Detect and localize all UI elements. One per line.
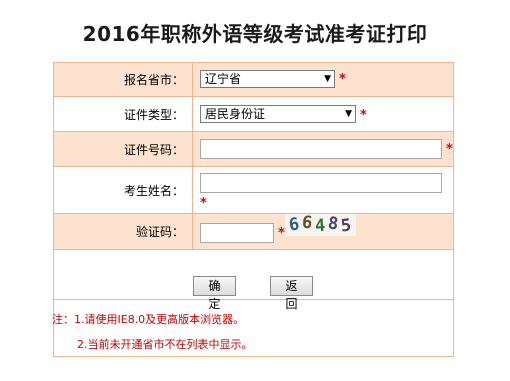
note-line-1: 注：1.请使用IE8.0及更高版本浏览器。	[52, 313, 245, 326]
back-button[interactable]: 返 回	[270, 276, 313, 311]
dropdown-arrow-icon: ▼	[324, 74, 331, 84]
province-required-mark: *	[339, 72, 346, 87]
id-number-required-mark: *	[446, 142, 453, 157]
province-select-value: 辽宁省	[205, 72, 242, 86]
note-line-2: 2.当前未开通省市不在列表中显示。	[77, 338, 253, 351]
captcha-image[interactable]: 6 6 4 8 5	[285, 214, 356, 236]
province-select[interactable]: 辽宁省 ▼	[200, 70, 335, 88]
captcha-char: 8	[326, 214, 340, 235]
row-buttons: 确 定 返 回	[54, 250, 453, 311]
id-type-required-mark: *	[360, 108, 367, 123]
id-type-label: 证件类型：	[54, 97, 193, 131]
id-type-select-value: 居民身份证	[205, 107, 266, 121]
captcha-input[interactable]	[200, 223, 274, 243]
print-form: 报名省市： 辽宁省 ▼ * 证件类型： 居民身份证 ▼ * 证件号码： * 考生…	[52, 62, 454, 357]
row-captcha: 验证码： * 6 6 4 8 5	[54, 214, 453, 250]
name-label: 考生姓名：	[54, 167, 193, 213]
captcha-required-mark: *	[278, 226, 285, 241]
dropdown-arrow-icon: ▼	[345, 109, 352, 119]
row-id-number: 证件号码： *	[54, 132, 453, 167]
confirm-button[interactable]: 确 定	[193, 276, 236, 311]
captcha-char: 6	[300, 214, 314, 234]
captcha-char: 5	[339, 215, 353, 236]
id-type-select[interactable]: 居民身份证 ▼	[200, 105, 356, 123]
province-label: 报名省市：	[54, 63, 193, 96]
page-title: 2016年职称外语等级考试准考证打印	[82, 22, 428, 46]
row-name: 考生姓名： *	[54, 167, 453, 214]
row-id-type: 证件类型： 居民身份证 ▼ *	[54, 97, 453, 132]
row-province: 报名省市： 辽宁省 ▼ *	[54, 63, 453, 97]
name-required-mark: *	[200, 196, 207, 211]
captcha-label: 验证码：	[54, 214, 193, 249]
captcha-char: 6	[287, 214, 301, 236]
captcha-char: 4	[314, 215, 326, 236]
name-input[interactable]	[200, 173, 442, 193]
id-number-input[interactable]	[200, 139, 442, 159]
id-number-label: 证件号码：	[54, 132, 193, 166]
